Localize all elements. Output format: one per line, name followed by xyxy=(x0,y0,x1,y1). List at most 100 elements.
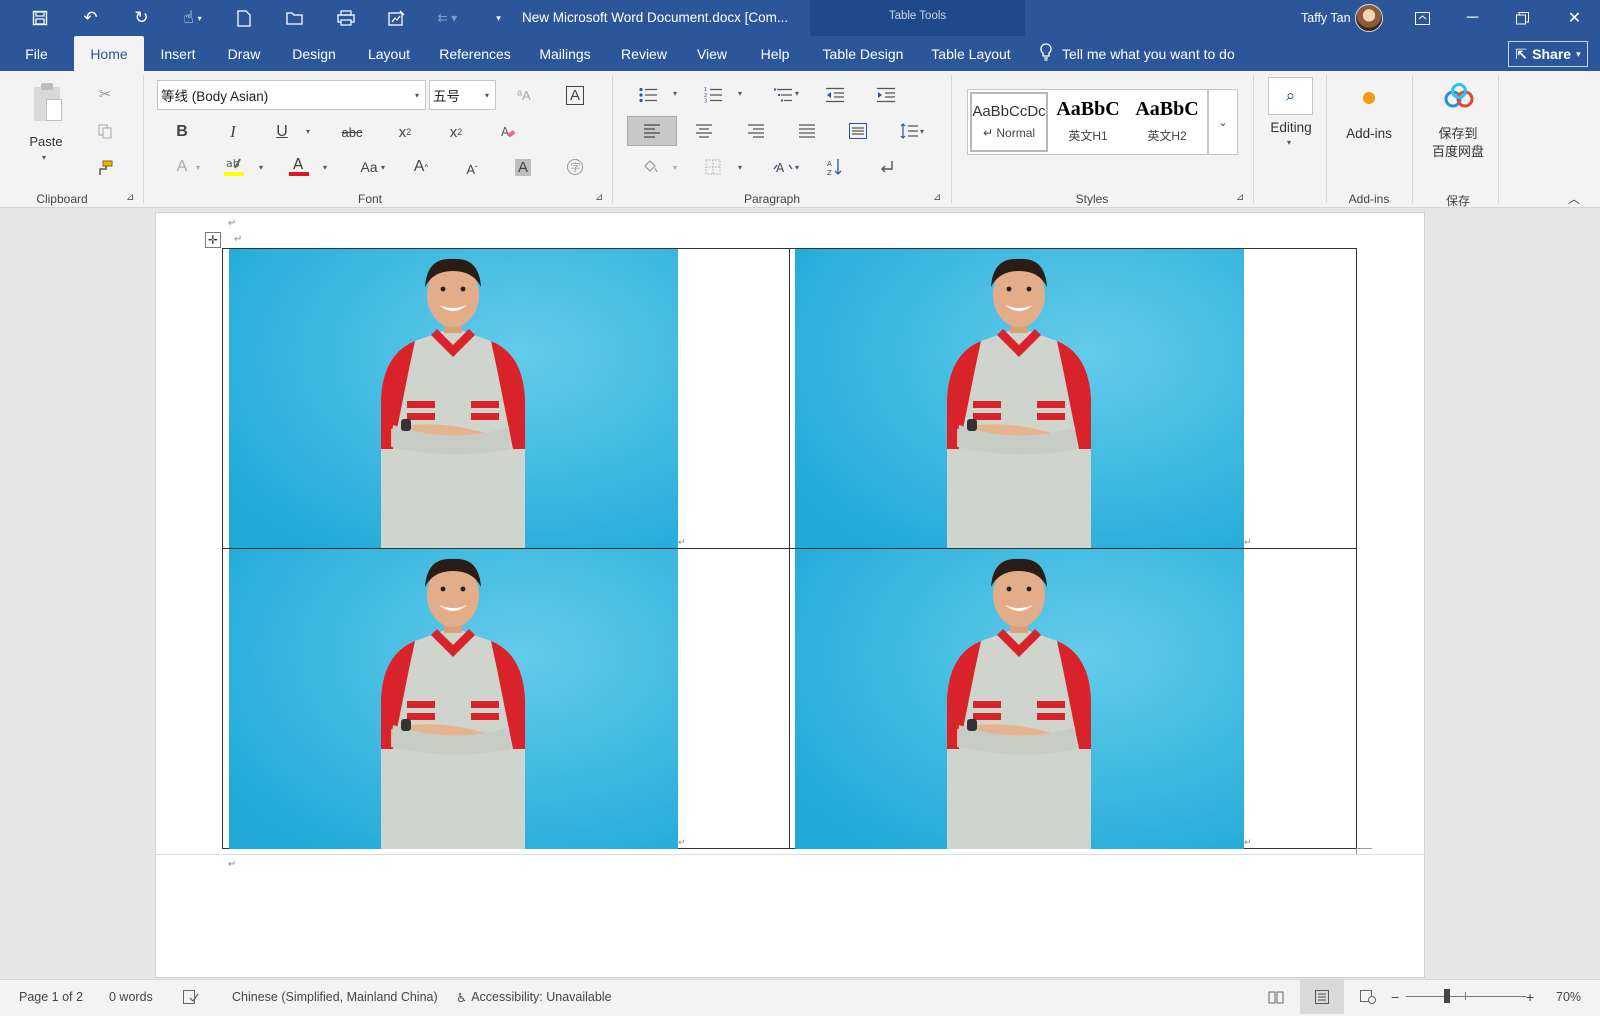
collapse-ribbon-icon[interactable]: ︿ xyxy=(1568,190,1580,207)
distributed-icon[interactable] xyxy=(846,119,870,143)
ribbon-display-icon[interactable] xyxy=(1397,0,1448,36)
tab-layout[interactable]: Layout xyxy=(361,36,417,71)
language[interactable]: Chinese (Simplified, Mainland China) xyxy=(232,980,438,1014)
superscript-icon[interactable]: x2 xyxy=(443,120,469,144)
editing-button[interactable]: ⌕ Editing ▾ xyxy=(1260,75,1322,155)
asian-layout-icon[interactable]: A xyxy=(771,155,795,179)
open-folder-icon[interactable] xyxy=(269,0,320,36)
tab-table-layout[interactable]: Table Layout xyxy=(928,36,1014,71)
sort-icon[interactable]: AZ xyxy=(823,155,847,179)
edit-data-icon[interactable] xyxy=(371,0,422,36)
show-paragraph-marks-icon[interactable] xyxy=(874,155,898,179)
table-cell-photo[interactable] xyxy=(795,549,1244,849)
tab-table-design[interactable]: Table Design xyxy=(818,36,908,71)
style-normal[interactable]: AaBbCcDc ↵ Normal xyxy=(970,92,1048,152)
subscript-icon[interactable]: x2 xyxy=(392,120,418,144)
numbering-icon[interactable]: 123 xyxy=(701,83,725,107)
share-button[interactable]: ⇱ Share ▾ xyxy=(1508,41,1588,67)
tab-mailings[interactable]: Mailings xyxy=(532,36,598,71)
table-row-border[interactable] xyxy=(222,548,1357,549)
style-h1[interactable]: AaBbC 英文H1 xyxy=(1049,92,1127,152)
close-icon[interactable]: ✕ xyxy=(1549,0,1600,36)
grow-font-button[interactable]: A ^ xyxy=(409,155,433,179)
justify-icon[interactable] xyxy=(795,119,819,143)
italic-button[interactable]: I xyxy=(221,120,245,144)
cut-icon[interactable]: ✂ xyxy=(94,83,116,105)
tab-help[interactable]: Help xyxy=(753,36,797,71)
borders-icon[interactable] xyxy=(701,155,725,179)
chevron-down-icon[interactable]: ▾ xyxy=(415,91,419,100)
zoom-out-button[interactable]: − xyxy=(1391,980,1399,1014)
tab-draw[interactable]: Draw xyxy=(220,36,268,71)
bullets-icon[interactable] xyxy=(636,83,660,107)
multilevel-list-icon[interactable] xyxy=(771,83,795,107)
font-color-icon[interactable]: A xyxy=(287,153,311,179)
word-count[interactable]: 0 words xyxy=(109,980,153,1014)
chevron-down-icon[interactable]: ▾ xyxy=(795,89,799,98)
font-name-input[interactable]: 等线 (Body Asian) ▾ xyxy=(157,80,426,110)
shading-icon[interactable] xyxy=(638,155,662,179)
tab-file[interactable]: File xyxy=(14,36,59,71)
web-layout-icon[interactable] xyxy=(1346,980,1390,1014)
new-document-icon[interactable] xyxy=(218,0,269,36)
font-size-input[interactable]: 五号 ▾ xyxy=(429,80,496,110)
clipboard-launcher-icon[interactable]: ⊿ xyxy=(126,192,134,203)
undo-icon[interactable]: ↶ xyxy=(65,0,116,36)
chevron-down-icon[interactable]: ▾ xyxy=(485,91,489,100)
clear-formatting-icon[interactable]: A xyxy=(496,120,520,144)
character-border-icon[interactable]: A xyxy=(563,83,587,107)
proofing-icon[interactable] xyxy=(183,980,199,1014)
shrink-font-button[interactable]: Aˇ xyxy=(460,157,484,181)
table-move-handle-icon[interactable]: ✛ xyxy=(205,232,221,248)
tab-home[interactable]: Home xyxy=(74,36,144,71)
zoom-level[interactable]: 70% xyxy=(1556,980,1581,1014)
character-shading-icon[interactable]: A xyxy=(511,155,535,179)
table-cell-photo[interactable] xyxy=(229,249,678,549)
chevron-down-icon[interactable]: ▾ xyxy=(323,163,327,172)
style-h2[interactable]: AaBbC 英文H2 xyxy=(1128,92,1206,152)
tab-review[interactable]: Review xyxy=(616,36,672,71)
addins-button[interactable]: Add-ins xyxy=(1334,79,1404,149)
chevron-down-icon[interactable]: ▾ xyxy=(259,163,263,172)
change-case-button[interactable]: Aa xyxy=(356,155,382,179)
copy-icon[interactable] xyxy=(94,120,116,142)
tab-design[interactable]: Design xyxy=(286,36,342,71)
chevron-down-icon[interactable]: ▾ xyxy=(738,163,742,172)
redo-icon[interactable]: ↻ xyxy=(116,0,167,36)
align-right-icon[interactable] xyxy=(744,119,768,143)
chevron-down-icon[interactable]: ▾ xyxy=(673,89,677,98)
chevron-down-icon[interactable]: ▾ xyxy=(306,127,310,136)
avatar[interactable] xyxy=(1355,4,1383,32)
paste-button[interactable]: Paste ▾ xyxy=(18,77,74,169)
tab-references[interactable]: References xyxy=(436,36,514,71)
align-left-icon[interactable] xyxy=(627,116,677,146)
chevron-down-icon[interactable]: ▾ xyxy=(795,163,799,172)
underline-button[interactable]: U xyxy=(270,120,294,144)
page-counter[interactable]: Page 1 of 2 xyxy=(19,980,83,1014)
bold-button[interactable]: B xyxy=(170,120,194,144)
chevron-down-icon[interactable]: ▾ xyxy=(381,163,385,172)
increase-indent-icon[interactable] xyxy=(874,83,898,107)
enclose-characters-icon[interactable]: 字 xyxy=(563,155,587,179)
line-spacing-icon[interactable] xyxy=(897,119,921,143)
tell-me-search[interactable]: Tell me what you want to do xyxy=(1040,36,1235,71)
table-cell-photo[interactable] xyxy=(795,249,1244,549)
customize-qat-icon[interactable]: ▾ xyxy=(473,0,524,36)
accessibility-status[interactable]: ♿ Accessibility: Unavailable xyxy=(456,980,612,1014)
chevron-down-icon[interactable]: ▾ xyxy=(738,89,742,98)
styles-more-button[interactable]: ⌄ xyxy=(1208,89,1238,155)
touch-mode-icon[interactable]: ☝ ▾ xyxy=(167,0,218,36)
table-cell-photo[interactable] xyxy=(229,549,678,849)
save-icon[interactable] xyxy=(14,0,65,36)
user-name[interactable]: Taffy Tan xyxy=(1301,11,1351,25)
zoom-slider-thumb[interactable] xyxy=(1444,989,1450,1003)
font-launcher-icon[interactable]: ⊿ xyxy=(595,192,603,203)
highlight-color-icon[interactable]: ab xyxy=(222,153,246,179)
chevron-down-icon[interactable]: ▾ xyxy=(920,127,924,136)
restore-icon[interactable] xyxy=(1497,0,1548,36)
print-preview-icon[interactable] xyxy=(320,0,371,36)
read-mode-icon[interactable] xyxy=(1254,980,1298,1014)
tab-insert[interactable]: Insert xyxy=(152,36,204,71)
decrease-indent-icon[interactable] xyxy=(823,83,847,107)
align-center-icon[interactable] xyxy=(692,119,716,143)
